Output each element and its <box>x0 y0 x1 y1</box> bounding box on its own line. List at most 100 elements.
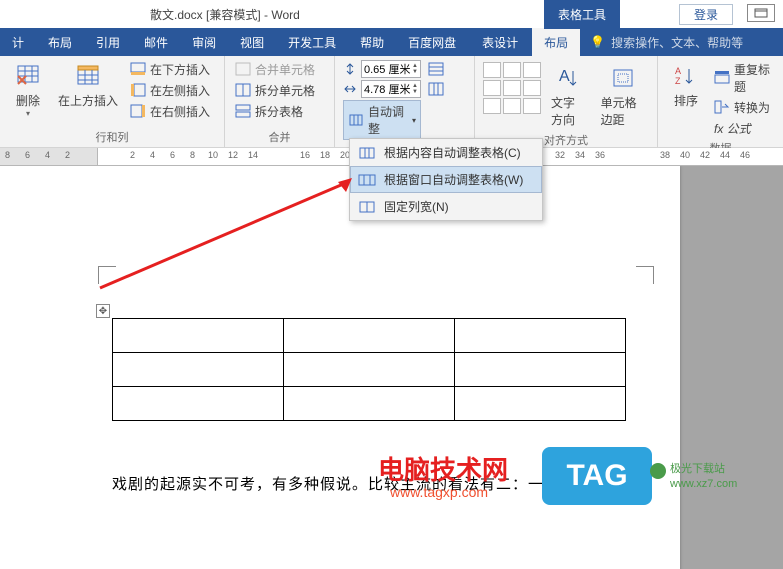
align-mr[interactable] <box>523 80 541 96</box>
text-direction-button[interactable]: A 文字方向 <box>547 62 591 130</box>
group-data: AZ 排序 重复标题 转换为 fx 公式 数据 <box>658 56 783 147</box>
repeat-header-button[interactable]: 重复标题 <box>712 60 775 96</box>
ribbon: 删除 ▾ 在上方插入 在下方插入 在左侧插入 <box>0 56 783 148</box>
chevron-down-icon: ▾ <box>412 116 416 125</box>
delete-button[interactable]: 删除 ▾ <box>8 60 48 121</box>
insert-below-icon <box>130 62 146 78</box>
split-table-button[interactable]: 拆分表格 <box>233 102 326 121</box>
insert-above-label: 在上方插入 <box>58 92 118 109</box>
merge-cells-label: 合并单元格 <box>255 61 315 78</box>
watermark-main: 电脑技术网 <box>378 450 508 487</box>
margin-corner-tr <box>636 266 654 284</box>
tab-review[interactable]: 审阅 <box>180 28 228 56</box>
delete-label: 删除 <box>16 92 40 109</box>
cell-margins-button[interactable]: 单元格边距 <box>597 62 649 130</box>
row-height-value: 0.65 厘米 <box>364 61 410 77</box>
table-cell[interactable] <box>284 353 455 387</box>
align-tl[interactable] <box>483 62 501 78</box>
merge-cells-icon <box>235 62 251 78</box>
row-height-input[interactable]: 0.65 厘米 ▲▼ <box>361 60 421 78</box>
spinner-icon[interactable]: ▲▼ <box>412 63 418 75</box>
distribute-cols-button[interactable] <box>425 80 447 98</box>
split-table-icon <box>235 104 251 120</box>
convert-button[interactable]: 转换为 <box>712 98 775 117</box>
cell-margins-icon <box>607 64 639 92</box>
merge-cells-button[interactable]: 合并单元格 <box>233 60 326 79</box>
autofit-label: 自动调整 <box>368 103 406 137</box>
insert-below-label: 在下方插入 <box>150 61 210 78</box>
insert-above-button[interactable]: 在上方插入 <box>54 60 122 121</box>
jiguang-icon <box>650 463 666 479</box>
ribbon-display-options[interactable] <box>747 4 775 22</box>
insert-below-button[interactable]: 在下方插入 <box>128 60 212 79</box>
table-row <box>113 353 626 387</box>
tab-layout[interactable]: 布局 <box>36 28 84 56</box>
document-table[interactable] <box>112 318 626 421</box>
tab-table-design[interactable]: 表设计 <box>468 28 532 56</box>
col-width-value: 4.78 厘米 <box>364 81 410 97</box>
autofit-contents-item[interactable]: 根据内容自动调整表格(C) <box>350 139 542 166</box>
fixed-width-item[interactable]: 固定列宽(N) <box>350 193 542 220</box>
chevron-down-icon: ▾ <box>26 109 30 118</box>
titlebar: 散文.docx [兼容模式] - Word 表格工具 登录 <box>0 0 783 28</box>
context-tab-table-tools: 表格工具 <box>544 0 620 29</box>
tab-table-layout[interactable]: 布局 <box>532 28 580 56</box>
insert-left-button[interactable]: 在左侧插入 <box>128 81 212 100</box>
align-tr[interactable] <box>523 62 541 78</box>
window-icon <box>754 8 768 18</box>
table-cell[interactable] <box>113 387 284 421</box>
autofit-window-label: 根据窗口自动调整表格(W) <box>384 171 523 188</box>
table-cell[interactable] <box>455 353 626 387</box>
watermark-url: www.tagxp.com <box>390 484 488 500</box>
text-direction-label: 文字方向 <box>551 94 587 128</box>
split-cells-button[interactable]: 拆分单元格 <box>233 81 326 100</box>
login-button[interactable]: 登录 <box>679 4 733 25</box>
col-width-input[interactable]: 4.78 厘米 ▲▼ <box>361 80 421 98</box>
tab-devtools[interactable]: 开发工具 <box>276 28 348 56</box>
watermark-tag: TAG <box>542 447 652 505</box>
align-bl[interactable] <box>483 98 501 114</box>
row-height-icon <box>343 62 357 76</box>
insert-right-label: 在右侧插入 <box>150 103 210 120</box>
autofit-window-item[interactable]: 根据窗口自动调整表格(W) <box>350 166 542 193</box>
align-tc[interactable] <box>503 62 521 78</box>
distribute-rows-button[interactable] <box>425 60 447 78</box>
repeat-header-label: 重复标题 <box>734 61 773 95</box>
sort-button[interactable]: AZ 排序 <box>666 60 706 138</box>
fixed-width-icon <box>358 199 376 215</box>
table-move-handle[interactable]: ✥ <box>96 304 110 318</box>
document-area: ✥ 戏剧的起源实不可考，有多种假说。比较主流的看法有二：一为 <box>0 166 783 569</box>
tab-view[interactable]: 视图 <box>228 28 276 56</box>
insert-right-button[interactable]: 在右侧插入 <box>128 102 212 121</box>
table-cell[interactable] <box>284 387 455 421</box>
table-cell[interactable] <box>113 353 284 387</box>
group-alignment: A 文字方向 单元格边距 对齐方式 <box>475 56 658 147</box>
tab-references[interactable]: 引用 <box>84 28 132 56</box>
split-cells-label: 拆分单元格 <box>255 82 315 99</box>
align-bc[interactable] <box>503 98 521 114</box>
table-cell[interactable] <box>284 319 455 353</box>
page[interactable]: ✥ 戏剧的起源实不可考，有多种假说。比较主流的看法有二：一为 <box>0 166 680 569</box>
alignment-grid[interactable] <box>483 62 541 130</box>
table-cell[interactable] <box>113 319 284 353</box>
autofit-button[interactable]: 自动调整 ▾ <box>343 100 421 140</box>
align-mc[interactable] <box>503 80 521 96</box>
tell-me-search[interactable]: 搜索操作、文本、帮助等 <box>611 34 743 51</box>
split-cells-icon <box>235 83 251 99</box>
align-ml[interactable] <box>483 80 501 96</box>
fixed-width-label: 固定列宽(N) <box>384 198 449 215</box>
spinner-icon[interactable]: ▲▼ <box>412 83 418 95</box>
align-br[interactable] <box>523 98 541 114</box>
autofit-window-icon <box>358 172 376 188</box>
insert-left-icon <box>130 83 146 99</box>
table-cell[interactable] <box>455 387 626 421</box>
sort-icon: AZ <box>670 62 702 90</box>
tab-mail[interactable]: 邮件 <box>132 28 180 56</box>
tab-baidu[interactable]: 百度网盘 <box>396 28 468 56</box>
formula-button[interactable]: fx 公式 <box>712 119 775 138</box>
table-cell[interactable] <box>455 319 626 353</box>
table-row <box>113 387 626 421</box>
tab-design[interactable]: 计 <box>0 28 36 56</box>
document-title: 散文.docx [兼容模式] - Word <box>150 6 300 23</box>
tab-help[interactable]: 帮助 <box>348 28 396 56</box>
